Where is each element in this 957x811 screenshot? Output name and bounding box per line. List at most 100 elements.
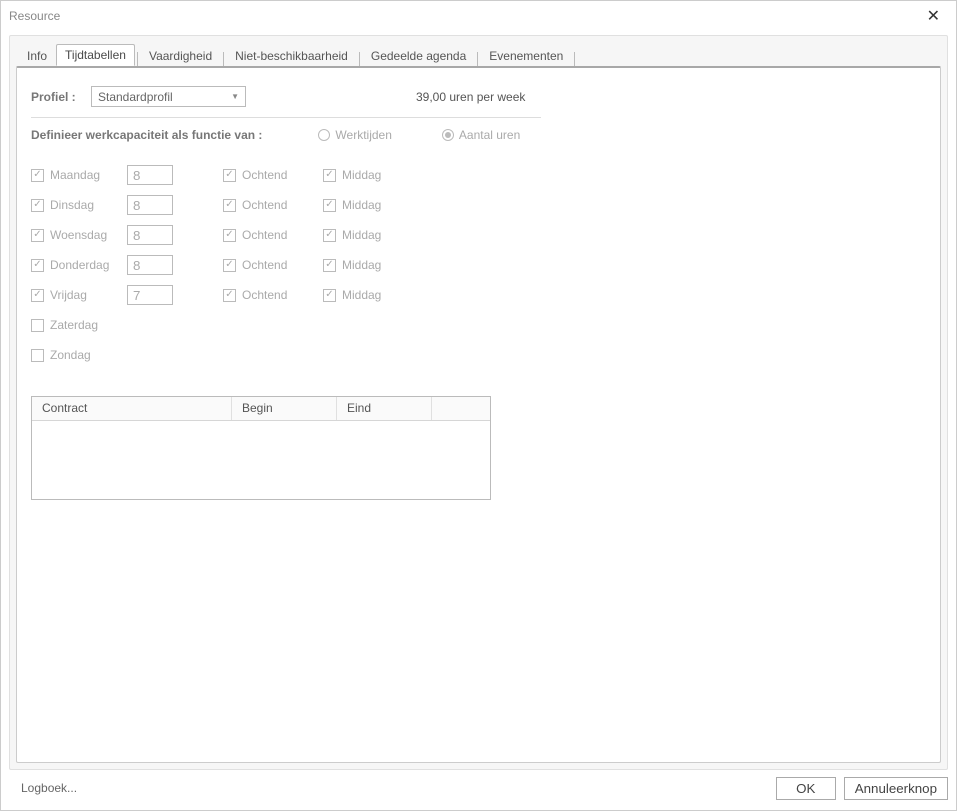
footer: Logboek... OK Annuleerknop xyxy=(9,774,948,802)
tab-evenementen[interactable]: Evenementen xyxy=(480,45,572,66)
th-begin[interactable]: Begin xyxy=(232,397,337,420)
day-row-dinsdag: Dinsdag Ochtend Middag xyxy=(31,190,926,220)
checkbox-ochtend-donderdag[interactable] xyxy=(223,259,236,272)
profile-label: Profiel : xyxy=(31,90,81,104)
middag-dinsdag-label: Middag xyxy=(342,198,381,212)
checkbox-middag-vrijdag[interactable] xyxy=(323,289,336,302)
divider xyxy=(31,117,541,118)
radio-werktijden-label: Werktijden xyxy=(335,128,391,142)
tab-separator xyxy=(574,52,575,66)
ochtend-dinsdag: Ochtend xyxy=(223,198,323,212)
day-row-woensdag: Woensdag Ochtend Middag xyxy=(31,220,926,250)
day-zondag: Zondag xyxy=(31,348,131,362)
middag-maandag-label: Middag xyxy=(342,168,381,182)
day-donderdag: Donderdag xyxy=(31,258,131,272)
day-row-vrijdag: Vrijdag Ochtend Middag xyxy=(31,280,926,310)
tab-vaardigheid[interactable]: Vaardigheid xyxy=(140,45,221,66)
profile-row: Profiel : Standardprofil ▼ 39,00 uren pe… xyxy=(31,86,926,107)
checkbox-zaterdag[interactable] xyxy=(31,319,44,332)
day-donderdag-label: Donderdag xyxy=(50,258,109,272)
checkbox-zondag[interactable] xyxy=(31,349,44,362)
close-icon[interactable]: ✕ xyxy=(919,4,948,28)
tab-separator xyxy=(477,52,478,66)
titlebar: Resource ✕ xyxy=(1,1,956,31)
tab-gedeelde-agenda[interactable]: Gedeelde agenda xyxy=(362,45,475,66)
day-dinsdag-label: Dinsdag xyxy=(50,198,94,212)
checkbox-ochtend-vrijdag[interactable] xyxy=(223,289,236,302)
hours-per-week-label: 39,00 uren per week xyxy=(416,90,525,104)
day-maandag-label: Maandag xyxy=(50,168,100,182)
middag-donderdag-label: Middag xyxy=(342,258,381,272)
tab-panel: Profiel : Standardprofil ▼ 39,00 uren pe… xyxy=(16,66,941,763)
day-zondag-label: Zondag xyxy=(50,348,91,362)
checkbox-ochtend-woensdag[interactable] xyxy=(223,229,236,242)
annuleer-button[interactable]: Annuleerknop xyxy=(844,777,948,800)
tab-tijdtabellen[interactable]: Tijdtabellen xyxy=(56,44,135,66)
day-row-maandag: Maandag Ochtend Middag xyxy=(31,160,926,190)
middag-dinsdag: Middag xyxy=(323,198,423,212)
checkbox-woensdag[interactable] xyxy=(31,229,44,242)
day-row-zondag: Zondag xyxy=(31,340,926,370)
checkbox-middag-donderdag[interactable] xyxy=(323,259,336,272)
middag-donderdag: Middag xyxy=(323,258,423,272)
logboek-link[interactable]: Logboek... xyxy=(21,781,77,795)
profile-selected-value: Standardprofil xyxy=(98,90,173,104)
ok-button[interactable]: OK xyxy=(776,777,836,800)
table-header: Contract Begin Eind xyxy=(32,397,490,421)
hours-input-dinsdag[interactable] xyxy=(127,195,173,215)
checkbox-dinsdag[interactable] xyxy=(31,199,44,212)
th-contract[interactable]: Contract xyxy=(32,397,232,420)
window-title: Resource xyxy=(9,9,919,23)
checkbox-donderdag[interactable] xyxy=(31,259,44,272)
checkbox-middag-maandag[interactable] xyxy=(323,169,336,182)
radio-icon xyxy=(442,129,454,141)
day-woensdag: Woensdag xyxy=(31,228,131,242)
middag-maandag: Middag xyxy=(323,168,423,182)
day-woensdag-label: Woensdag xyxy=(50,228,107,242)
capacity-definition-label: Definieer werkcapaciteit als functie van… xyxy=(31,128,262,142)
ochtend-maandag: Ochtend xyxy=(223,168,323,182)
radio-werktijden[interactable]: Werktijden xyxy=(318,128,391,142)
ochtend-donderdag-label: Ochtend xyxy=(242,258,287,272)
checkbox-vrijdag[interactable] xyxy=(31,289,44,302)
hours-input-donderdag[interactable] xyxy=(127,255,173,275)
th-empty xyxy=(432,397,490,420)
ochtend-maandag-label: Ochtend xyxy=(242,168,287,182)
contracts-table[interactable]: Contract Begin Eind xyxy=(31,396,491,500)
middag-woensdag-label: Middag xyxy=(342,228,381,242)
checkbox-maandag[interactable] xyxy=(31,169,44,182)
hours-input-vrijdag[interactable] xyxy=(127,285,173,305)
radio-aantal-uren[interactable]: Aantal uren xyxy=(442,128,520,142)
th-eind[interactable]: Eind xyxy=(337,397,432,420)
day-row-zaterdag: Zaterdag xyxy=(31,310,926,340)
radio-icon xyxy=(318,129,330,141)
radio-aantal-uren-label: Aantal uren xyxy=(459,128,520,142)
middag-vrijdag-label: Middag xyxy=(342,288,381,302)
tab-separator xyxy=(223,52,224,66)
tab-separator xyxy=(359,52,360,66)
chevron-down-icon: ▼ xyxy=(231,92,239,101)
capacity-row: Definieer werkcapaciteit als functie van… xyxy=(31,128,926,142)
tab-strip: Info Tijdtabellen Vaardigheid Niet-besch… xyxy=(10,36,947,66)
day-zaterdag: Zaterdag xyxy=(31,318,131,332)
capacity-radio-group: Werktijden Aantal uren xyxy=(268,128,520,142)
checkbox-ochtend-maandag[interactable] xyxy=(223,169,236,182)
ochtend-woensdag: Ochtend xyxy=(223,228,323,242)
profile-combobox[interactable]: Standardprofil ▼ xyxy=(91,86,246,107)
checkbox-middag-dinsdag[interactable] xyxy=(323,199,336,212)
day-vrijdag: Vrijdag xyxy=(31,288,131,302)
ochtend-donderdag: Ochtend xyxy=(223,258,323,272)
checkbox-middag-woensdag[interactable] xyxy=(323,229,336,242)
middag-vrijdag: Middag xyxy=(323,288,423,302)
hours-input-woensdag[interactable] xyxy=(127,225,173,245)
day-row-donderdag: Donderdag Ochtend Middag xyxy=(31,250,926,280)
tab-niet-beschikbaarheid[interactable]: Niet-beschikbaarheid xyxy=(226,45,357,66)
ochtend-woensdag-label: Ochtend xyxy=(242,228,287,242)
checkbox-ochtend-dinsdag[interactable] xyxy=(223,199,236,212)
day-dinsdag: Dinsdag xyxy=(31,198,131,212)
day-vrijdag-label: Vrijdag xyxy=(50,288,87,302)
middag-woensdag: Middag xyxy=(323,228,423,242)
hours-input-maandag[interactable] xyxy=(127,165,173,185)
ochtend-dinsdag-label: Ochtend xyxy=(242,198,287,212)
tab-info[interactable]: Info xyxy=(18,45,56,66)
